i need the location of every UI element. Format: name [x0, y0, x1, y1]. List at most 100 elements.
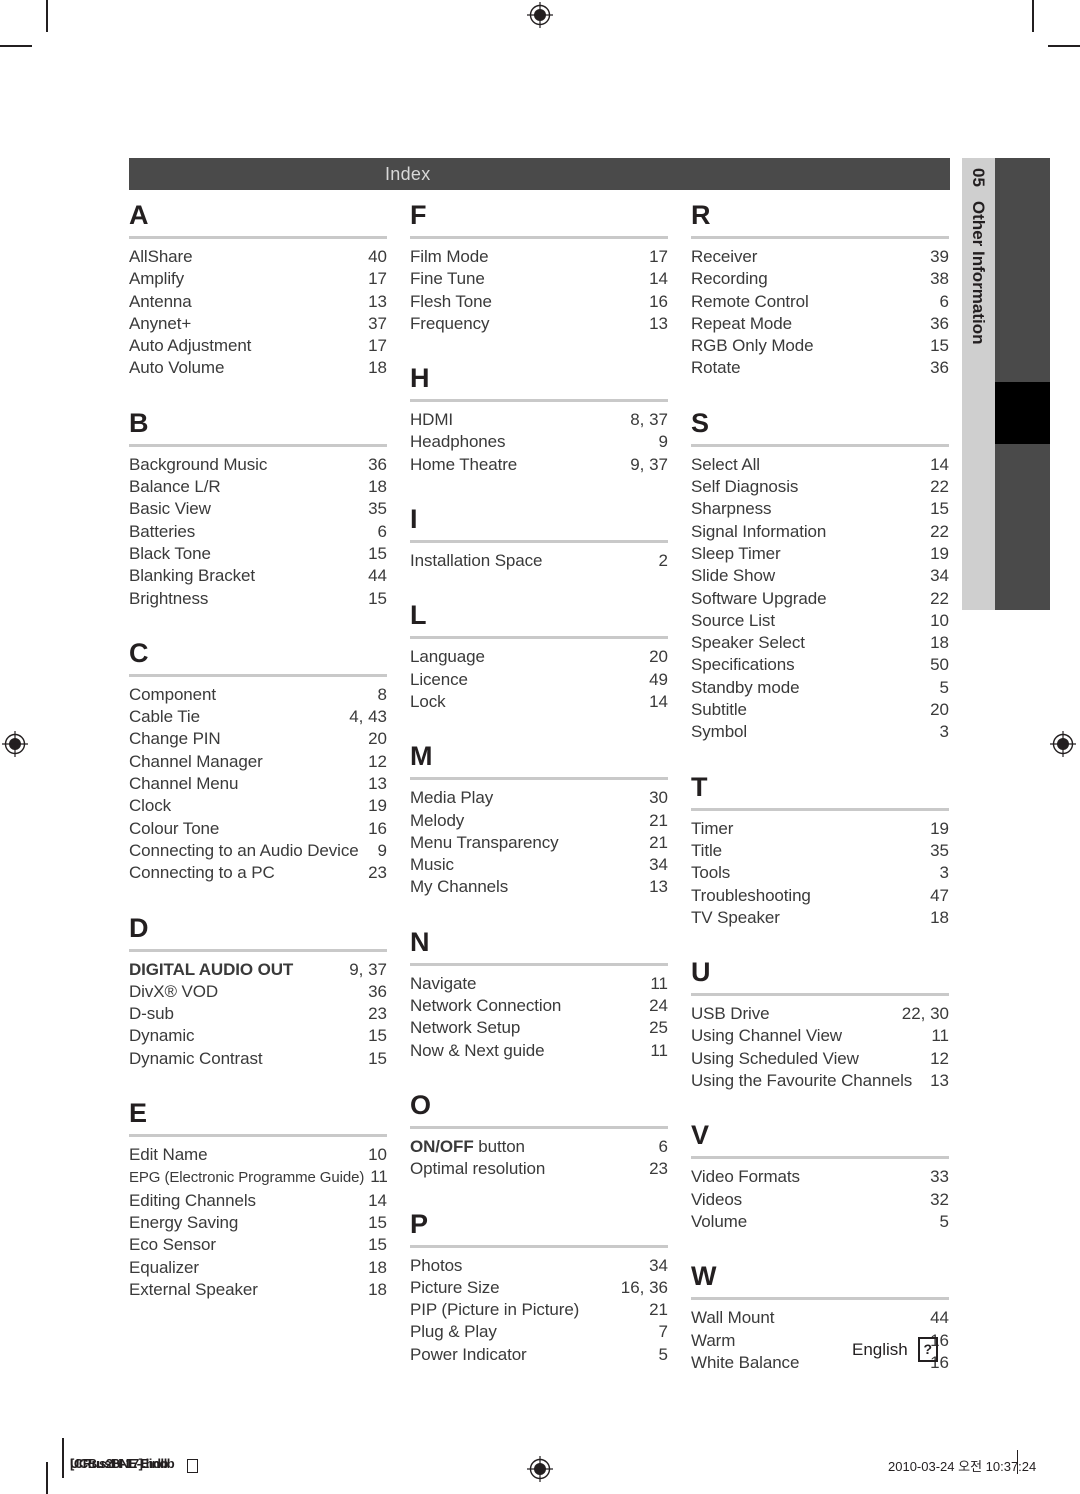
index-entry[interactable]: Energy Saving 15 [129, 1212, 387, 1234]
index-entry[interactable]: Photos 34 [410, 1255, 668, 1277]
index-entry[interactable]: Picture Size 16, 36 [410, 1277, 668, 1299]
index-entry[interactable]: Optimal resolution 23 [410, 1158, 668, 1180]
index-entry-name: Licence [410, 669, 468, 689]
index-entry[interactable]: Symbol 3 [691, 721, 949, 743]
index-entry[interactable]: Equalizer 18 [129, 1257, 387, 1279]
index-entry[interactable]: Film Mode 17 [410, 246, 668, 268]
index-entry[interactable]: Media Play 30 [410, 787, 668, 809]
index-entry[interactable]: Troubleshooting 47 [691, 885, 949, 907]
index-entry[interactable]: Using Scheduled View 12 [691, 1048, 949, 1070]
index-entry[interactable]: Sharpness 15 [691, 498, 949, 520]
index-entry[interactable]: Tools 3 [691, 862, 949, 884]
index-entry[interactable]: Home Theatre 9, 37 [410, 454, 668, 476]
index-entry[interactable]: Melody 21 [410, 810, 668, 832]
index-entry[interactable]: Rotate 36 [691, 357, 949, 379]
index-entry[interactable]: Dynamic 15 [129, 1025, 387, 1047]
index-entry[interactable]: Remote Control 6 [691, 291, 949, 313]
index-entry[interactable]: Recording 38 [691, 268, 949, 290]
index-entry[interactable]: Software Upgrade 22 [691, 588, 949, 610]
index-entry[interactable]: Dynamic Contrast 15 [129, 1048, 387, 1070]
index-entry[interactable]: Source List 10 [691, 610, 949, 632]
index-entry[interactable]: Flesh Tone 16 [410, 291, 668, 313]
index-entry-page: 14 [930, 454, 949, 474]
index-entry[interactable]: Timer 19 [691, 818, 949, 840]
index-entry[interactable]: RGB Only Mode 15 [691, 335, 949, 357]
index-entry[interactable]: Fine Tune 14 [410, 268, 668, 290]
index-entry[interactable]: Balance L/R 18 [129, 476, 387, 498]
index-entry[interactable]: Connecting to a PC 23 [129, 862, 387, 884]
index-entry[interactable]: Brightness 15 [129, 588, 387, 610]
index-entry[interactable]: Self Diagnosis 22 [691, 476, 949, 498]
index-entry[interactable]: ON/OFF button 6 [410, 1136, 668, 1158]
index-entry[interactable]: D-sub 23 [129, 1003, 387, 1025]
index-entry[interactable]: Standby mode 5 [691, 677, 949, 699]
index-entry[interactable]: Lock 14 [410, 691, 668, 713]
index-entry[interactable]: Menu Transparency 21 [410, 832, 668, 854]
index-entry[interactable]: Blanking Bracket 44 [129, 565, 387, 587]
index-entry[interactable]: DIGITAL AUDIO OUT 9, 37 [129, 959, 387, 981]
index-entry[interactable]: Channel Menu 13 [129, 773, 387, 795]
index-entry[interactable]: Using Channel View 11 [691, 1025, 949, 1047]
index-entry[interactable]: Edit Name 10 [129, 1144, 387, 1166]
index-entry[interactable]: Auto Volume 18 [129, 357, 387, 379]
index-entry[interactable]: Select All 14 [691, 454, 949, 476]
index-entry[interactable]: Antenna 13 [129, 291, 387, 313]
index-entry[interactable]: Component 8 [129, 684, 387, 706]
index-entry[interactable]: Music 34 [410, 854, 668, 876]
index-entry[interactable]: Basic View 35 [129, 498, 387, 520]
index-entry[interactable]: Plug & Play 7 [410, 1321, 668, 1343]
index-entry[interactable]: Batteries 6 [129, 521, 387, 543]
index-entry[interactable]: Now & Next guide 11 [410, 1040, 668, 1062]
index-entry[interactable]: Signal Information 22 [691, 521, 949, 543]
index-entry[interactable]: DivX® VOD 36 [129, 981, 387, 1003]
index-entry[interactable]: Repeat Mode 36 [691, 313, 949, 335]
index-entry[interactable]: AllShare 40 [129, 246, 387, 268]
index-entry[interactable]: External Speaker 18 [129, 1279, 387, 1301]
index-entry[interactable]: TV Speaker 18 [691, 907, 949, 929]
index-entry[interactable]: Black Tone 15 [129, 543, 387, 565]
index-entry[interactable]: Videos 32 [691, 1189, 949, 1211]
index-entry[interactable]: Wall Mount 44 [691, 1307, 949, 1329]
index-entry[interactable]: Auto Adjustment 17 [129, 335, 387, 357]
index-entry[interactable]: Background Music 36 [129, 454, 387, 476]
index-entry[interactable]: Anynet+ 37 [129, 313, 387, 335]
index-entry[interactable]: Using the Favourite Channels 13 [691, 1070, 949, 1092]
index-entry[interactable]: Receiver 39 [691, 246, 949, 268]
letter-heading: A [129, 200, 149, 230]
index-entry[interactable]: Subtitle 20 [691, 699, 949, 721]
index-entry[interactable]: Specifications 50 [691, 654, 949, 676]
index-entry[interactable]: Installation Space 2 [410, 550, 668, 572]
index-entry[interactable]: Eco Sensor 15 [129, 1234, 387, 1256]
index-entry[interactable]: Title 35 [691, 840, 949, 862]
index-entry[interactable]: Network Connection 24 [410, 995, 668, 1017]
index-entry[interactable]: Navigate 11 [410, 973, 668, 995]
index-entry[interactable]: Video Formats 33 [691, 1166, 949, 1188]
footer-divider [62, 1438, 64, 1478]
index-entry[interactable]: Headphones 9 [410, 431, 668, 453]
index-entry[interactable]: USB Drive 22, 30 [691, 1003, 949, 1025]
index-entry[interactable]: Slide Show 34 [691, 565, 949, 587]
index-entry[interactable]: Frequency 13 [410, 313, 668, 335]
index-entry[interactable]: Speaker Select 18 [691, 632, 949, 654]
index-entry[interactable]: PIP (Picture in Picture) 21 [410, 1299, 668, 1321]
index-entry[interactable]: Colour Tone 16 [129, 818, 387, 840]
index-entry[interactable]: Power Indicator 5 [410, 1344, 668, 1366]
index-entry[interactable]: Language 20 [410, 646, 668, 668]
index-entry[interactable]: Network Setup 25 [410, 1017, 668, 1039]
index-entry[interactable]: Clock 19 [129, 795, 387, 817]
index-entry[interactable]: Channel Manager 12 [129, 751, 387, 773]
letter-heading: H [410, 363, 430, 394]
index-entry[interactable]: HDMI 8, 37 [410, 409, 668, 431]
index-entry[interactable]: Sleep Timer 19 [691, 543, 949, 565]
index-entry[interactable]: Connecting to an Audio Device 9 [129, 840, 387, 862]
index-entry[interactable]: Volume 5 [691, 1211, 949, 1233]
index-entry[interactable]: Cable Tie 4, 43 [129, 706, 387, 728]
index-entry[interactable]: Licence 49 [410, 669, 668, 691]
index-entry[interactable]: Editing Channels 14 [129, 1190, 387, 1212]
index-entry-name: Remote Control [691, 291, 809, 311]
index-entry[interactable]: EPG (Electronic Programme Guide) 11 [129, 1166, 388, 1189]
index-entry[interactable]: Amplify 17 [129, 268, 387, 290]
index-entry[interactable]: My Channels 13 [410, 876, 668, 898]
index-entry-name: Network Connection [410, 996, 562, 1016]
index-entry[interactable]: Change PIN 20 [129, 728, 387, 750]
